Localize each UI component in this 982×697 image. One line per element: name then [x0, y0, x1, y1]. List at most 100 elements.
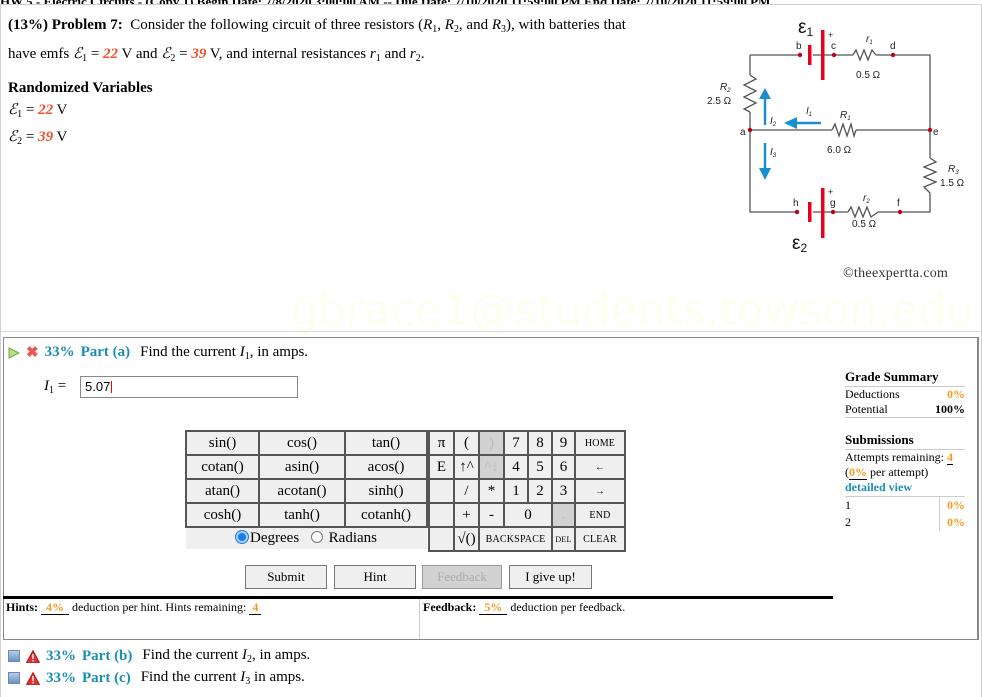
- hint-button[interactable]: Hint: [334, 565, 416, 589]
- current-arrows: [759, 88, 821, 180]
- per-attempt: (0% per attempt): [845, 465, 965, 480]
- key-right-arrow[interactable]: →: [574, 478, 626, 504]
- i3-label: I3: [770, 147, 777, 159]
- arrow-i1: [784, 117, 821, 129]
- key-end[interactable]: END: [574, 502, 626, 528]
- key-del[interactable]: DEL: [551, 526, 576, 552]
- hints-info: Hints: 4% deduction per hint. Hints rema…: [6, 600, 262, 615]
- radians-radio[interactable]: [310, 531, 323, 543]
- key-decimal[interactable]: .: [551, 502, 576, 528]
- node-label-d: d: [890, 41, 896, 52]
- emf2-symbol: ℰ: [161, 46, 171, 62]
- var-value: 39: [38, 129, 54, 145]
- deductions-row: Deductions 0%: [845, 387, 965, 402]
- resistor-r2: [742, 74, 758, 113]
- key-pi[interactable]: π: [428, 430, 455, 456]
- problem-text-1: Consider the following circuit of three …: [130, 17, 424, 33]
- resistor-r1: [831, 121, 857, 139]
- key-8[interactable]: 8: [527, 430, 553, 456]
- randomized-var-emf1: ℰ1 = 22 V: [8, 99, 153, 126]
- part-c-header[interactable]: 33% Part (c) Find the current I3 in amps…: [8, 669, 305, 687]
- key-clear[interactable]: CLEAR: [574, 526, 626, 552]
- part-a-percent: 33%: [44, 344, 75, 360]
- submit-button[interactable]: Submit: [245, 565, 327, 589]
- key-cotan[interactable]: cotan(): [185, 454, 260, 480]
- key-minus[interactable]: -: [478, 502, 505, 528]
- key-cotanh[interactable]: cotanh(): [344, 502, 428, 528]
- collapsed-square-icon[interactable]: [8, 672, 20, 684]
- attempts-label: Attempts remaining:: [845, 450, 947, 464]
- key-asin[interactable]: asin(): [258, 454, 346, 480]
- key-sin[interactable]: sin(): [185, 430, 260, 456]
- part-c-question: Find the current I3 in amps.: [141, 669, 305, 687]
- give-up-button[interactable]: I give up!: [509, 565, 592, 589]
- key-0[interactable]: 0: [503, 502, 553, 528]
- hints-remaining: 4: [249, 601, 262, 615]
- problem-label: Problem 7:: [51, 17, 123, 33]
- warning-triangle-icon: [26, 649, 40, 663]
- key-sqrt[interactable]: √(): [453, 526, 480, 552]
- key-9[interactable]: 9: [551, 430, 576, 456]
- key-cos[interactable]: cos(): [258, 430, 346, 456]
- hints-divider: [3, 596, 419, 599]
- key-superscript-up[interactable]: ↑^: [453, 454, 480, 480]
- part-b-label: Part (b): [82, 647, 133, 664]
- key-1[interactable]: 1: [503, 478, 529, 504]
- key-superscript-down[interactable]: ^↓: [478, 454, 505, 480]
- key-plus[interactable]: +: [453, 502, 480, 528]
- resistor-ri2: [847, 205, 879, 219]
- key-backspace[interactable]: BACKSPACE: [478, 526, 553, 552]
- degrees-radio[interactable]: [236, 531, 249, 543]
- part-b-header[interactable]: 33% Part (b) Find the current I2, in amp…: [8, 647, 310, 665]
- i2-label: I2: [770, 116, 777, 128]
- emf1-label: ε1: [798, 17, 813, 39]
- expand-play-icon[interactable]: [8, 346, 20, 359]
- answer-input[interactable]: 5.07: [80, 376, 298, 398]
- key-cosh[interactable]: cosh(): [185, 502, 260, 528]
- key-rparen[interactable]: ): [478, 430, 505, 456]
- part-a-header: ✖ 33% Part (a) Find the current I1, in a…: [8, 343, 308, 362]
- key-home[interactable]: HOME: [574, 430, 626, 456]
- key-7[interactable]: 7: [503, 430, 529, 456]
- key-e[interactable]: E: [428, 454, 455, 480]
- problem-line2-and: V and: [118, 46, 162, 62]
- key-2[interactable]: 2: [527, 478, 553, 504]
- key-left-arrow[interactable]: ←: [574, 454, 626, 480]
- node-label-b: b: [796, 41, 802, 52]
- q-pre: Find the current: [142, 647, 242, 663]
- potential-row: Potential 100%: [845, 402, 965, 418]
- feedback-divider: [419, 596, 833, 599]
- key-4[interactable]: 4: [503, 454, 529, 480]
- key-blank-2: [428, 502, 455, 528]
- key-atan[interactable]: atan(): [185, 478, 260, 504]
- key-sinh[interactable]: sinh(): [344, 478, 428, 504]
- detailed-view-link[interactable]: detailed view: [845, 480, 965, 495]
- key-tan[interactable]: tan(): [344, 430, 428, 456]
- key-tanh[interactable]: tanh(): [258, 502, 346, 528]
- key-3[interactable]: 3: [551, 478, 576, 504]
- key-acotan[interactable]: acotan(): [258, 478, 346, 504]
- key-acos[interactable]: acos(): [344, 454, 428, 480]
- q-pre: Find the current: [140, 669, 241, 685]
- collapsed-square-icon[interactable]: [8, 650, 20, 662]
- potential-value: 100%: [935, 402, 965, 416]
- key-6[interactable]: 6: [551, 454, 576, 480]
- r3-symbol: R: [491, 17, 502, 33]
- key-lparen[interactable]: (: [453, 430, 480, 456]
- key-multiply[interactable]: *: [478, 478, 505, 504]
- per-attempt-value: 0%: [849, 465, 867, 480]
- feedback-button[interactable]: Feedback: [422, 565, 502, 589]
- submissions-table: 1 0% 2 0%: [845, 496, 965, 531]
- node-label-a: a: [740, 127, 746, 138]
- node-h: [794, 209, 800, 215]
- emf1-symbol: ℰ: [72, 46, 83, 62]
- key-5[interactable]: 5: [527, 454, 553, 480]
- r2-symbol: R: [444, 17, 454, 33]
- key-divide[interactable]: /: [453, 478, 480, 504]
- var-symbol: ℰ: [8, 102, 18, 118]
- submission-row: 1 0%: [845, 497, 965, 514]
- deductions-label: Deductions: [845, 387, 900, 401]
- hints-label: Hints:: [6, 600, 39, 614]
- radians-label: Radians: [328, 530, 377, 546]
- ri2-value: 0.5 Ω: [852, 219, 877, 230]
